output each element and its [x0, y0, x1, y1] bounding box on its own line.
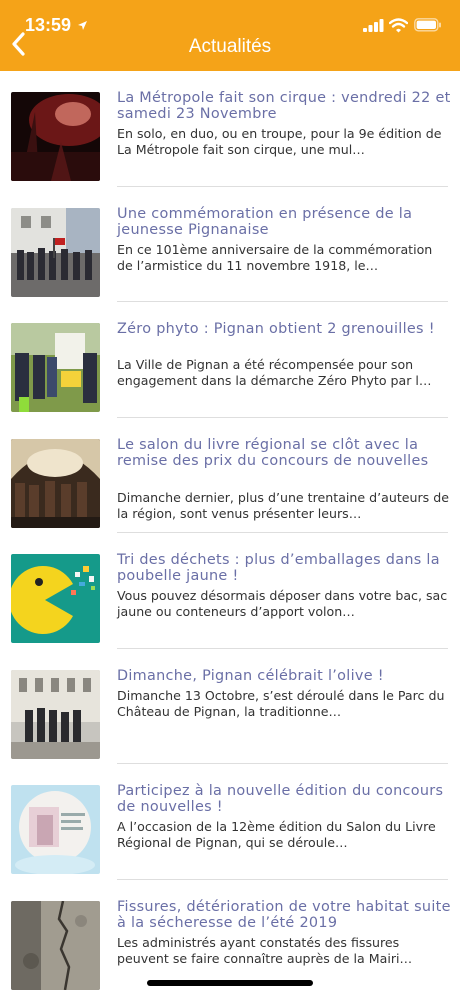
news-title: La Métropole fait son cirque : vendredi …	[117, 90, 451, 122]
news-excerpt: Vous pouvez désormais déposer dans votre…	[117, 588, 448, 619]
wifi-icon	[389, 18, 408, 33]
news-title: Une commémoration en présence de la jeun…	[117, 205, 413, 238]
news-title: Fissures, détérioration de votre habitat…	[117, 898, 451, 931]
news-title: Zéro phyto : Pignan obtient 2 grenouille…	[117, 321, 435, 337]
news-excerpt: Dimanche 13 Octobre, s’est déroulé dans …	[117, 687, 445, 719]
news-title: Participez à la nouvelle édition du conc…	[117, 783, 444, 815]
news-thumbnail-recycling	[11, 554, 100, 643]
news-item[interactable]: Participez à la nouvelle édition du conc…	[0, 764, 460, 880]
news-title: Tri des déchets : plus d’emballages dans…	[117, 552, 440, 584]
news-excerpt: La Ville de Pignan a été récompensée pou…	[117, 357, 432, 388]
news-thumbnail-fissures	[11, 900, 100, 990]
location-arrow-icon	[78, 21, 87, 30]
news-item[interactable]: Fissures, détérioration de votre habitat…	[0, 880, 460, 996]
news-thumbnail-commemoration	[11, 207, 100, 297]
news-title: Le salon du livre régional se clôt avec …	[117, 436, 429, 469]
news-excerpt: En ce 101ème anniversaire de la commémor…	[117, 241, 433, 273]
cellular-signal-icon	[363, 19, 384, 32]
news-item[interactable]: Une commémoration en présence de la jeun…	[0, 187, 460, 302]
news-thumbnail-olive	[11, 669, 100, 759]
news-thumbnail-zero-phyto	[11, 323, 100, 412]
home-indicator[interactable]	[147, 980, 313, 986]
news-excerpt: A l’occasion de la 12ème édition du Salo…	[117, 819, 436, 850]
app-header: 13:59 Actualités	[0, 0, 460, 71]
news-item[interactable]: Tri des déchets : plus d’emballages dans…	[0, 533, 460, 649]
news-item[interactable]: Zéro phyto : Pignan obtient 2 grenouille…	[0, 302, 460, 418]
news-item[interactable]: Le salon du livre régional se clôt avec …	[0, 418, 460, 533]
news-excerpt: Dimanche dernier, plus d’une trentaine d…	[117, 489, 449, 521]
news-item[interactable]: Dimanche, Pignan célébrait l’olive ! Dim…	[0, 649, 460, 764]
news-thumbnail-salon-livre	[11, 438, 100, 528]
news-item[interactable]: La Métropole fait son cirque : vendredi …	[0, 71, 460, 187]
page-title: Actualités	[188, 36, 272, 57]
news-list: La Métropole fait son cirque : vendredi …	[0, 71, 460, 995]
battery-icon	[414, 18, 441, 32]
news-thumbnail-concours	[11, 785, 100, 874]
news-excerpt: En solo, en duo, ou en troupe, pour la 9…	[117, 126, 442, 157]
news-title: Dimanche, Pignan célébrait l’olive !	[117, 667, 384, 684]
news-excerpt: Les administrés ayant constatés des fiss…	[117, 934, 413, 966]
news-thumbnail-circus	[11, 92, 100, 181]
status-time: 13:59	[25, 15, 72, 35]
